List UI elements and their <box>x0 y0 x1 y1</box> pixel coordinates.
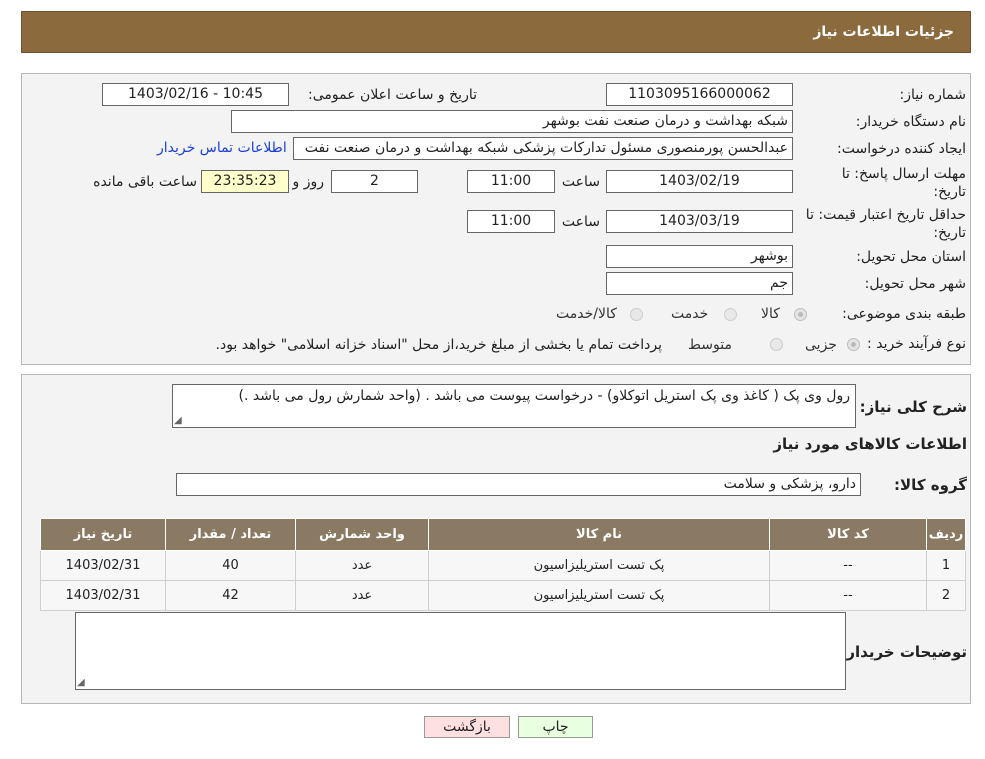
days-field[interactable]: 2 <box>331 170 418 193</box>
page-header: جزئیات اطلاعات نیاز <box>21 11 971 53</box>
validity-label-line2: تاریخ: <box>933 225 966 241</box>
category-option-goods: کالا <box>761 306 780 322</box>
validity-label-line1: حداقل تاریخ اعتبار قیمت: تا <box>805 207 966 223</box>
validity-date-field[interactable]: 1403/03/19 <box>606 210 793 233</box>
validity-time-label: ساعت <box>561 214 600 230</box>
buyer-notes-textarea[interactable] <box>75 612 846 690</box>
row-name: پک تست استریلیزاسیون <box>428 580 770 611</box>
deadline-label-line2: تاریخ: <box>933 184 966 200</box>
row-unit: عدد <box>295 550 429 581</box>
deadline-date-field[interactable]: 1403/02/19 <box>606 170 793 193</box>
back-button[interactable]: بازگشت <box>424 716 510 738</box>
goods-group-field[interactable]: دارو، پزشکی و سلامت <box>176 473 861 496</box>
announce-label: تاریخ و ساعت اعلان عمومی: <box>308 87 477 103</box>
deadline-label-line1: مهلت ارسال پاسخ: تا <box>841 166 966 182</box>
days-label: روز و <box>292 174 325 190</box>
validity-label: حداقل تاریخ اعتبار قیمت: تا تاریخ: <box>806 206 966 242</box>
row-qty: 42 <box>165 580 296 611</box>
row-number: 2 <box>926 580 966 611</box>
row-unit: عدد <box>295 580 429 611</box>
goods-table: ردیف کد کالا نام کالا واحد شمارش تعداد /… <box>40 518 966 611</box>
remaining-time-field: 23:35:23 <box>201 170 289 193</box>
announce-field[interactable]: 1403/02/16 - 10:45 <box>102 83 289 106</box>
process-radio-minor[interactable] <box>847 338 860 351</box>
row-date: 1403/02/31 <box>40 580 166 611</box>
row-code: -- <box>769 550 927 581</box>
category-option-goods-service: کالا/خدمت <box>556 306 617 322</box>
row-number: 1 <box>926 550 966 581</box>
col-code-header: کد کالا <box>769 518 927 551</box>
remaining-label: ساعت باقی مانده <box>93 174 197 190</box>
category-option-service: خدمت <box>671 306 709 322</box>
category-label: طبقه بندی موضوعی: <box>842 306 966 322</box>
creator-label: ایجاد کننده درخواست: <box>837 141 966 157</box>
process-radio-medium[interactable] <box>770 338 783 351</box>
category-radio-service[interactable] <box>724 308 737 321</box>
goods-table-header-row: ردیف کد کالا نام کالا واحد شمارش تعداد /… <box>40 518 966 551</box>
city-label: شهر محل تحویل: <box>864 276 966 292</box>
province-field[interactable]: بوشهر <box>606 245 793 268</box>
description-resize-grip[interactable]: ◢ <box>174 415 182 426</box>
col-row-header: ردیف <box>926 518 966 551</box>
col-unit-header: واحد شمارش <box>295 518 429 551</box>
table-row: 1 -- پک تست استریلیزاسیون عدد 40 1403/02… <box>40 550 966 581</box>
description-textarea[interactable]: رول وی پک ( کاغذ وی پک استریل اتوکلاو) -… <box>172 384 856 428</box>
table-row: 2 -- پک تست استریلیزاسیون عدد 42 1403/02… <box>40 580 966 611</box>
process-note: پرداخت تمام یا بخشی از مبلغ خرید،از محل … <box>215 337 662 353</box>
process-option-medium: متوسط <box>688 337 732 353</box>
need-number-field[interactable]: 1103095166000062 <box>606 83 793 106</box>
city-field[interactable]: جم <box>606 272 793 295</box>
print-button[interactable]: چاپ <box>518 716 593 738</box>
description-label: شرح کلی نیاز: <box>859 398 967 416</box>
col-qty-header: تعداد / مقدار <box>165 518 296 551</box>
buyer-notes-resize-grip[interactable]: ◢ <box>77 677 85 688</box>
row-qty: 40 <box>165 550 296 581</box>
buyer-notes-label: توضیحات خریدار: <box>840 643 967 661</box>
process-option-minor: جزیی <box>805 337 837 353</box>
col-name-header: نام کالا <box>428 518 770 551</box>
deadline-time-label: ساعت <box>561 174 600 190</box>
buyer-org-field[interactable]: شبکه بهداشت و درمان صنعت نفت بوشهر <box>231 110 793 133</box>
validity-time-field[interactable]: 11:00 <box>467 210 555 233</box>
category-radio-goods-service[interactable] <box>630 308 643 321</box>
buyer-org-label: نام دستگاه خریدار: <box>855 114 966 130</box>
category-radio-goods[interactable] <box>794 308 807 321</box>
goods-group-label: گروه کالا: <box>894 476 967 494</box>
row-code: -- <box>769 580 927 611</box>
need-number-label: شماره نیاز: <box>899 87 967 103</box>
row-date: 1403/02/31 <box>40 550 166 581</box>
process-label: نوع فرآیند خرید : <box>867 336 966 352</box>
buyer-contact-link[interactable]: اطلاعات تماس خریدار <box>157 140 287 156</box>
page-title: جزئیات اطلاعات نیاز <box>813 24 954 40</box>
col-date-header: تاریخ نیاز <box>40 518 166 551</box>
province-label: استان محل تحویل: <box>856 249 966 265</box>
deadline-time-field[interactable]: 11:00 <box>467 170 555 193</box>
row-name: پک تست استریلیزاسیون <box>428 550 770 581</box>
deadline-label: مهلت ارسال پاسخ: تا تاریخ: <box>842 165 966 201</box>
goods-info-title: اطلاعات کالاهای مورد نیاز <box>773 435 967 453</box>
creator-field[interactable]: عبدالحسن پورمنصوری مسئول تدارکات پزشکی ش… <box>293 137 793 160</box>
